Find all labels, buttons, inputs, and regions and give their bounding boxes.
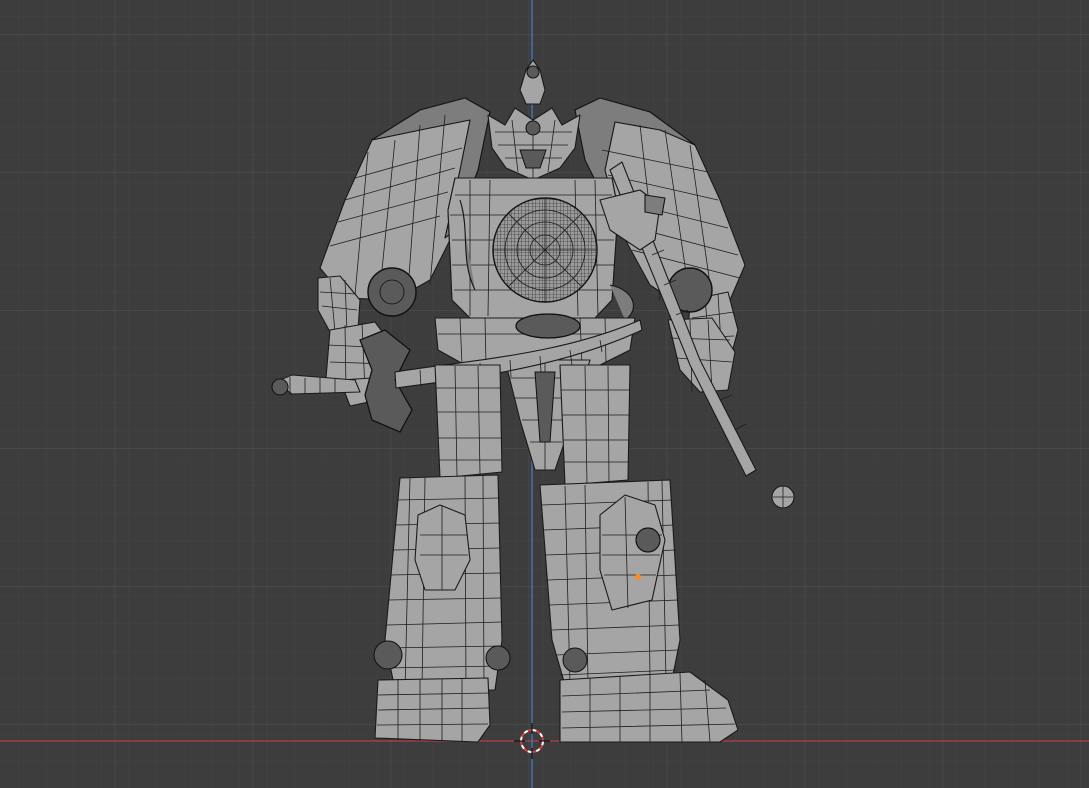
3d-viewport[interactable] [0,0,1089,788]
selected-vertex[interactable] [635,574,641,580]
viewport-canvas[interactable] [0,0,1089,788]
